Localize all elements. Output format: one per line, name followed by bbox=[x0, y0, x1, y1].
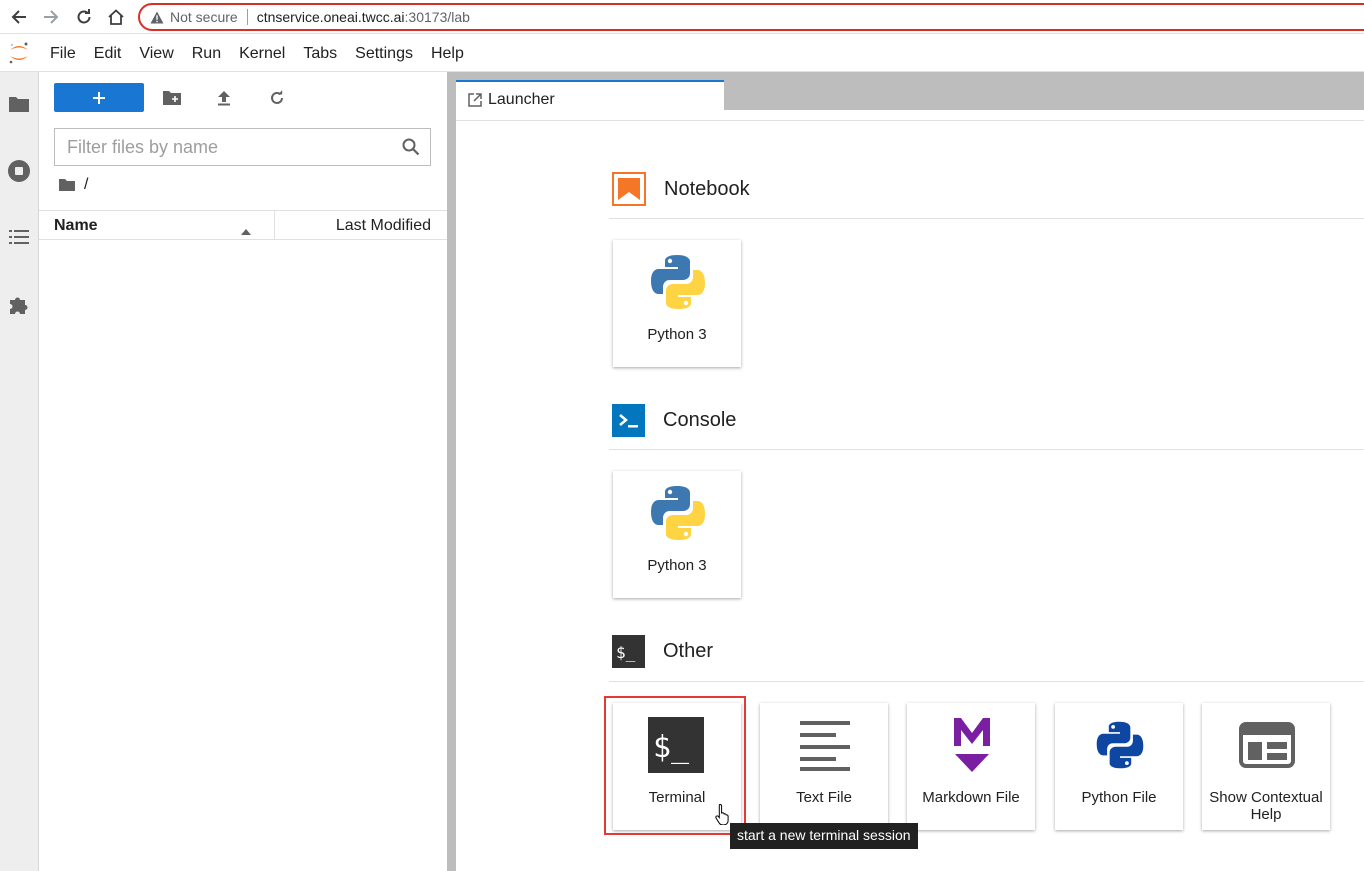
column-name-header[interactable]: Name bbox=[54, 217, 98, 235]
launcher-tab-icon bbox=[468, 93, 482, 107]
launcher-panel: Notebook Python 3 Console Python 3 $_ Ot… bbox=[456, 120, 1364, 871]
reload-button[interactable] bbox=[73, 6, 95, 28]
file-list-header: Name Last Modified bbox=[39, 210, 447, 240]
menu-tabs[interactable]: Tabs bbox=[294, 35, 346, 72]
card-label: Python File bbox=[1081, 789, 1157, 806]
svg-text:$_: $_ bbox=[616, 643, 636, 662]
plus-icon bbox=[93, 91, 105, 104]
new-folder-icon[interactable] bbox=[161, 87, 183, 109]
warning-icon[interactable] bbox=[150, 11, 164, 24]
section-title: Other bbox=[663, 640, 714, 662]
back-arrow-icon bbox=[11, 10, 26, 24]
refresh-icon[interactable] bbox=[266, 87, 288, 109]
menu-file[interactable]: File bbox=[38, 35, 85, 72]
launcher-card-python-file[interactable]: Python File bbox=[1055, 703, 1183, 830]
section-other: $_ Other bbox=[612, 635, 713, 668]
card-label: Python 3 bbox=[647, 557, 707, 574]
sort-ascending-icon[interactable] bbox=[241, 222, 251, 240]
forward-button[interactable] bbox=[40, 6, 62, 28]
section-title: Console bbox=[663, 409, 737, 431]
browser-toolbar: Not secure ctnservice.oneai.twcc.ai:3017… bbox=[0, 0, 1364, 34]
home-icon bbox=[108, 9, 124, 25]
url-host: ctnservice.oneai.twcc.ai bbox=[256, 9, 405, 25]
menu-bar: File Edit View Run Kernel Tabs Settings … bbox=[0, 35, 1364, 72]
card-label: Python 3 bbox=[647, 326, 707, 343]
extensions-puzzle-icon[interactable] bbox=[6, 291, 32, 317]
search-icon bbox=[402, 138, 420, 161]
launcher-card-contextual-help[interactable]: Show Contextual Help bbox=[1202, 703, 1330, 830]
main-tab-bar: Launcher bbox=[456, 72, 1364, 118]
terminal-tooltip: start a new terminal session bbox=[730, 823, 918, 849]
table-of-contents-icon[interactable] bbox=[6, 224, 32, 250]
menu-settings[interactable]: Settings bbox=[346, 35, 422, 72]
card-label: Text File bbox=[796, 789, 852, 806]
text-file-icon bbox=[796, 716, 854, 774]
column-divider bbox=[274, 211, 275, 239]
section-console: Console bbox=[612, 404, 736, 437]
card-label: Show Contextual Help bbox=[1209, 789, 1323, 823]
contextual-help-icon bbox=[1238, 716, 1296, 774]
menu-kernel[interactable]: Kernel bbox=[230, 35, 294, 72]
left-activity-bar bbox=[0, 72, 39, 871]
launcher-card-markdown-file[interactable]: Markdown File bbox=[907, 703, 1035, 830]
menu-view[interactable]: View bbox=[130, 35, 182, 72]
launcher-card-console-python3[interactable]: Python 3 bbox=[613, 471, 741, 598]
launcher-card-text-file[interactable]: Text File bbox=[760, 703, 888, 830]
upload-icon[interactable] bbox=[213, 87, 235, 109]
column-modified-header[interactable]: Last Modified bbox=[336, 217, 431, 235]
forward-arrow-icon bbox=[44, 10, 59, 24]
python-file-icon bbox=[1091, 716, 1149, 774]
section-divider bbox=[609, 681, 1364, 682]
running-sessions-icon[interactable] bbox=[6, 158, 32, 184]
breadcrumb-root[interactable]: / bbox=[84, 176, 88, 194]
python-logo-icon bbox=[649, 253, 707, 311]
other-section-icon: $_ bbox=[612, 635, 645, 668]
reload-icon bbox=[77, 9, 91, 24]
section-divider bbox=[609, 218, 1364, 219]
markdown-icon bbox=[943, 716, 1001, 774]
notebook-section-icon bbox=[612, 172, 646, 206]
tab-launcher[interactable]: Launcher bbox=[456, 80, 724, 118]
card-label: Markdown File bbox=[922, 789, 1020, 806]
tab-launcher-label: Launcher bbox=[488, 91, 555, 108]
folder-icon[interactable] bbox=[6, 91, 32, 117]
section-notebook: Notebook bbox=[612, 172, 750, 206]
console-section-icon bbox=[612, 404, 645, 437]
menu-run[interactable]: Run bbox=[183, 35, 230, 72]
url-path: :30173/lab bbox=[404, 9, 470, 25]
breadcrumb: / bbox=[58, 176, 88, 194]
security-label[interactable]: Not secure bbox=[170, 9, 238, 25]
jupyter-logo-icon bbox=[0, 35, 38, 72]
home-button[interactable] bbox=[105, 6, 127, 28]
back-button[interactable] bbox=[8, 6, 30, 28]
panel-splitter[interactable] bbox=[447, 72, 456, 871]
address-bar[interactable]: Not secure ctnservice.oneai.twcc.ai:3017… bbox=[138, 3, 1364, 31]
filter-placeholder: Filter files by name bbox=[67, 136, 219, 157]
file-browser-panel: Filter files by name / Name Last Modifie… bbox=[39, 72, 447, 871]
section-divider bbox=[609, 449, 1364, 450]
home-folder-icon[interactable] bbox=[58, 178, 76, 192]
launcher-card-notebook-python3[interactable]: Python 3 bbox=[613, 240, 741, 367]
new-launcher-button[interactable] bbox=[54, 83, 144, 112]
url-separator bbox=[246, 9, 248, 25]
python-logo-icon bbox=[649, 484, 707, 542]
section-title: Notebook bbox=[664, 177, 750, 200]
menu-help[interactable]: Help bbox=[422, 35, 473, 72]
filter-files-input[interactable]: Filter files by name bbox=[54, 128, 431, 166]
menu-edit[interactable]: Edit bbox=[85, 35, 131, 72]
